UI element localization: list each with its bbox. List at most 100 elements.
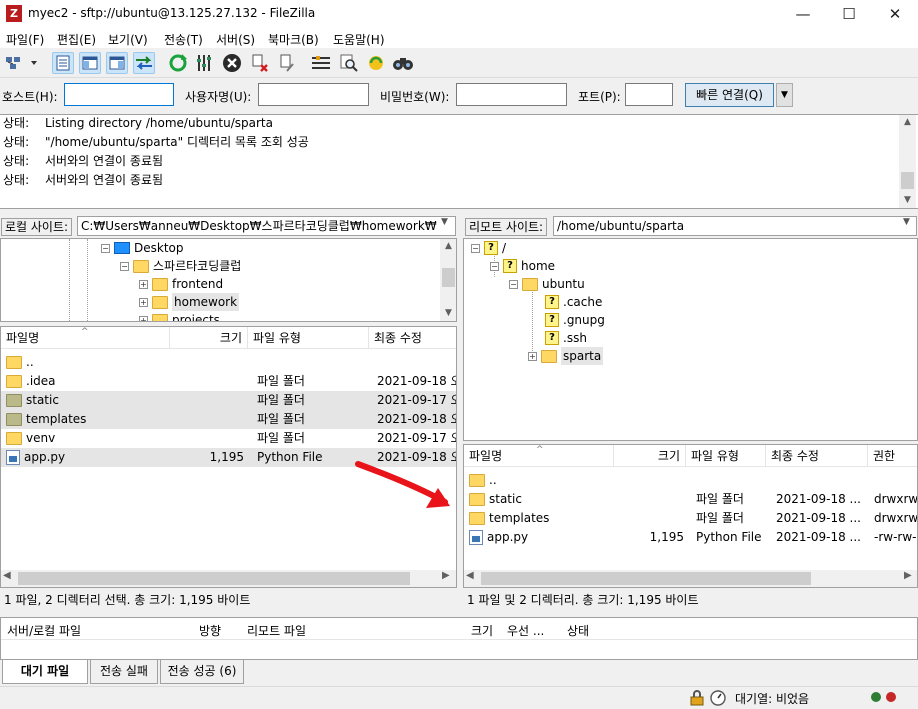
file-row[interactable]: templates 파일 폴더 2021-09-18 오 — [1, 410, 456, 429]
tree-node-root[interactable]: −? / — [471, 239, 506, 257]
file-row[interactable]: app.py 1,195 Python File 2021-09-18 ... … — [464, 528, 917, 547]
tree-node-homework[interactable]: + homework — [139, 293, 240, 311]
chevron-down-icon[interactable]: ▼ — [441, 217, 448, 227]
tree-node-projects[interactable]: + projects — [139, 311, 220, 321]
column-permissions[interactable]: 권한 — [868, 445, 917, 467]
collapse-icon[interactable]: − — [509, 279, 518, 289]
local-file-list[interactable]: 파일명 ^ 크기 파일 유형 최종 수정 .. .idea 파일 폴더 2021… — [0, 326, 457, 588]
local-path-combo[interactable]: C:₩Users₩anneu₩Desktop₩스파르타코딩클럽₩homework… — [77, 216, 456, 236]
host-input[interactable] — [64, 83, 174, 106]
tree-node-gnupg[interactable]: ? .gnupg — [545, 311, 605, 329]
collapse-icon[interactable]: − — [101, 243, 110, 253]
menu-edit[interactable]: 편집(E) — [57, 31, 96, 48]
maximize-button[interactable]: ☐ — [826, 0, 872, 28]
collapse-icon[interactable]: − — [120, 261, 129, 271]
expand-icon[interactable]: + — [139, 279, 148, 289]
scroll-left-icon[interactable]: ◀ — [466, 570, 474, 581]
menu-bookmarks[interactable]: 북마크(B) — [268, 31, 319, 48]
toggle-local-tree-button[interactable] — [79, 52, 101, 74]
file-row[interactable]: venv 파일 폴더 2021-09-17 오 — [1, 429, 456, 448]
scroll-thumb[interactable] — [442, 268, 455, 287]
quick-connect-button[interactable]: 빠른 연결(Q) — [685, 83, 774, 107]
speed-limit-icon[interactable] — [709, 689, 727, 707]
column-remote-file[interactable]: 리모트 파일 — [247, 622, 306, 639]
menu-view[interactable]: 보기(V) — [108, 31, 148, 48]
scroll-right-icon[interactable]: ▶ — [442, 570, 450, 581]
menu-server[interactable]: 서버(S) — [216, 31, 255, 48]
toggle-remote-tree-button[interactable] — [106, 52, 128, 74]
log-scrollbar[interactable]: ▲ ▼ — [899, 115, 916, 208]
file-row[interactable]: templates 파일 폴더 2021-09-18 ... drwxrwx — [464, 509, 917, 528]
tree-node-ubuntu[interactable]: − ubuntu — [509, 275, 585, 293]
reconnect-button[interactable] — [276, 52, 298, 74]
password-input[interactable] — [456, 83, 567, 106]
column-size[interactable]: 크기 — [170, 327, 248, 349]
local-tree[interactable]: − Desktop − 스파르타코딩클럽 + frontend + homework +… — [0, 238, 457, 322]
toggle-log-button[interactable] — [52, 52, 74, 74]
file-row[interactable]: static 파일 폴더 2021-09-18 ... drwxrwx — [464, 490, 917, 509]
tree-node-cache[interactable]: ? .cache — [545, 293, 602, 311]
search-button[interactable] — [338, 52, 360, 74]
remote-list-hscrollbar[interactable]: ◀ ▶ — [464, 570, 917, 587]
tree-node-ssh[interactable]: ? .ssh — [545, 329, 587, 347]
local-tree-scrollbar[interactable]: ▲ ▼ — [440, 239, 456, 321]
port-input[interactable] — [625, 83, 673, 106]
sync-browse-button[interactable] — [365, 52, 387, 74]
file-row[interactable]: .. — [1, 353, 456, 372]
tree-node-sparta-club[interactable]: − 스파르타코딩클럽 — [120, 257, 241, 275]
column-server-local-file[interactable]: 서버/로컬 파일 — [7, 622, 81, 639]
column-type[interactable]: 파일 유형 — [686, 445, 766, 467]
menu-file[interactable]: 파일(F) — [6, 31, 44, 48]
process-queue-button[interactable] — [194, 52, 216, 74]
scroll-down-icon[interactable]: ▼ — [440, 306, 456, 321]
column-size[interactable]: 크기 — [471, 622, 493, 639]
file-row[interactable]: .. — [464, 471, 917, 490]
refresh-button[interactable] — [167, 52, 189, 74]
column-modified[interactable]: 최종 수정 — [766, 445, 868, 467]
user-input[interactable] — [258, 83, 369, 106]
scroll-thumb[interactable] — [18, 572, 410, 585]
remote-file-list[interactable]: 파일명 ^ 크기 파일 유형 최종 수정 권한 .. static 파일 폴더 … — [463, 444, 918, 588]
remote-tree[interactable]: −? / −? home − ubuntu ? .cache ? .gnupg ? .ssh… — [463, 238, 918, 441]
column-modified[interactable]: 최종 수정 — [369, 327, 456, 349]
filter-button[interactable] — [310, 52, 332, 74]
collapse-icon[interactable]: − — [490, 261, 499, 271]
file-row[interactable]: .idea 파일 폴더 2021-09-18 오 — [1, 372, 456, 391]
collapse-icon[interactable]: − — [471, 243, 480, 253]
minimize-button[interactable]: — — [780, 0, 826, 28]
site-manager-button[interactable] — [3, 52, 41, 74]
tree-node-desktop[interactable]: − Desktop — [101, 239, 184, 257]
expand-icon[interactable]: + — [528, 351, 537, 361]
menu-help[interactable]: 도움말(H) — [333, 31, 385, 48]
scroll-down-icon[interactable]: ▼ — [899, 193, 916, 208]
remote-path-combo[interactable]: /home/ubuntu/sparta — [553, 216, 917, 236]
column-priority[interactable]: 우선 ... — [507, 622, 544, 639]
cancel-button[interactable] — [221, 52, 243, 74]
expand-icon[interactable]: + — [139, 315, 148, 321]
scroll-thumb[interactable] — [901, 172, 914, 189]
column-size[interactable]: 크기 — [614, 445, 686, 467]
expand-icon[interactable]: + — [139, 297, 148, 307]
column-direction[interactable]: 방향 — [199, 622, 221, 639]
transfer-queue-button[interactable] — [133, 52, 155, 74]
quick-connect-dropdown[interactable]: ▼ — [776, 83, 793, 107]
scroll-right-icon[interactable]: ▶ — [904, 570, 912, 581]
tree-node-frontend[interactable]: + frontend — [139, 275, 223, 293]
column-status[interactable]: 상태 — [567, 622, 589, 639]
transfer-queue[interactable]: 서버/로컬 파일 방향 리모트 파일 크기 우선 ... 상태 — [0, 617, 918, 660]
close-button[interactable]: ✕ — [872, 0, 918, 28]
compare-button[interactable] — [392, 52, 414, 74]
disconnect-button[interactable] — [249, 52, 271, 74]
chevron-down-icon[interactable]: ▼ — [903, 217, 910, 227]
local-list-hscrollbar[interactable]: ◀ ▶ — [1, 570, 456, 587]
menu-transfer[interactable]: 전송(T) — [164, 31, 203, 48]
scroll-thumb[interactable] — [481, 572, 811, 585]
tree-node-sparta[interactable]: + sparta — [528, 347, 604, 365]
tree-node-home[interactable]: −? home — [490, 257, 555, 275]
tab-queued-files[interactable]: 대기 파일 — [2, 660, 88, 684]
tab-successful-transfers[interactable]: 전송 성공 (6) — [160, 660, 244, 684]
file-row[interactable]: static 파일 폴더 2021-09-17 오 — [1, 391, 456, 410]
scroll-up-icon[interactable]: ▲ — [440, 239, 456, 254]
scroll-up-icon[interactable]: ▲ — [899, 115, 916, 130]
scroll-left-icon[interactable]: ◀ — [3, 570, 11, 581]
